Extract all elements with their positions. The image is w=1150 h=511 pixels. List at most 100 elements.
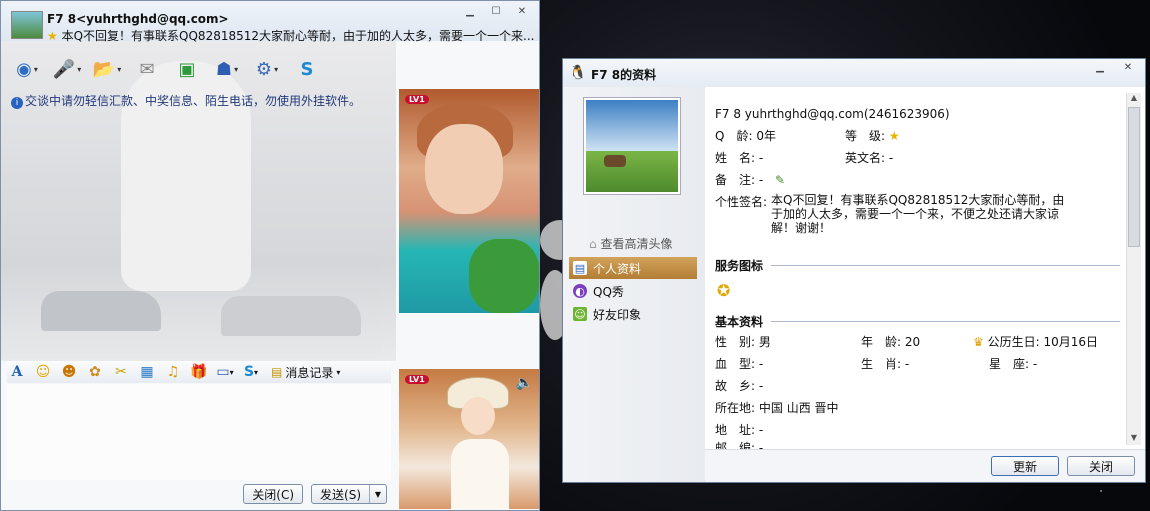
chevron-down-icon[interactable]: ▾	[234, 65, 238, 74]
webcam-icon: ◉	[16, 58, 32, 80]
chevron-down-icon[interactable]: ▾	[34, 65, 38, 74]
divider	[771, 265, 1120, 266]
chat-toolbar: ◉ ▾ 🎤 ▾ 📂 ▾ ✉ ▣ ☗ ▾ ⚙ ▾ S	[11, 55, 323, 83]
profile-sidebar: ⌂ 查看高清头像 ▤ 个人资料 ◐ QQ秀 ☺ 好友印象	[563, 87, 705, 482]
avatar-cow	[604, 154, 626, 167]
star-icon[interactable]: ★	[889, 129, 900, 143]
profile-avatar[interactable]	[583, 97, 681, 195]
view-hd-avatar-link[interactable]: ⌂ 查看高清头像	[589, 235, 672, 252]
profile-titlebar[interactable]: 🐧 F7 8的资料 ▁ ✕	[563, 59, 1145, 87]
soso-button[interactable]: S	[291, 55, 323, 83]
address-label: 地 址:	[715, 423, 756, 437]
qage-row: Q 龄: 0年	[715, 127, 776, 144]
age-value: 20	[904, 335, 921, 349]
service-star-icon[interactable]: ✪	[717, 281, 730, 300]
settings-button[interactable]: ⚙ ▾	[251, 55, 283, 83]
hometown-value: -	[758, 379, 764, 393]
close-chat-button[interactable]: 关闭(C)	[243, 484, 304, 504]
hometown-label: 故 乡:	[715, 379, 756, 393]
soso-format-button[interactable]: S ▾	[241, 362, 261, 382]
avatar-sky	[586, 100, 678, 151]
nav-label: QQ秀	[593, 284, 624, 299]
send-button[interactable]: 发送(S)	[312, 485, 370, 503]
star-icon: ★	[47, 29, 58, 43]
chevron-down-icon[interactable]: ▾	[77, 65, 81, 74]
chevron-down-icon[interactable]: ▾	[274, 65, 278, 74]
music-icon: ♫	[166, 364, 180, 380]
profile-scrollbar[interactable]: ▲ ▼	[1126, 93, 1141, 445]
scissors-button[interactable]: ✂	[111, 362, 131, 382]
edit-note-icon[interactable]: ✎	[775, 173, 785, 187]
zodiac-label: 生 肖:	[861, 357, 902, 371]
magic-face-button[interactable]: ☻	[59, 362, 79, 382]
app-add-button[interactable]: ▣	[171, 55, 203, 83]
close-window-button[interactable]: ✕	[1117, 61, 1139, 75]
minimize-button[interactable]: ▁	[459, 5, 481, 19]
chat-history-icon: ▤	[271, 365, 283, 379]
scroll-thumb[interactable]	[1128, 107, 1140, 247]
address-row: 地 址: -	[715, 421, 763, 438]
speaker-icon[interactable]: 🔈	[516, 375, 533, 391]
remote-assist-button[interactable]: ☗ ▾	[211, 55, 243, 83]
constellation-row: 星 座: -	[989, 355, 1037, 372]
info-icon: i	[11, 97, 23, 109]
nav-qq-show[interactable]: ◐ QQ秀	[569, 280, 697, 302]
send-button-group: 发送(S) ▼	[311, 484, 387, 504]
profile-nav: ▤ 个人资料 ◐ QQ秀 ☺ 好友印象	[569, 257, 697, 326]
note-row: 备 注: - ✎	[715, 171, 785, 188]
gift-button[interactable]: 🎁	[189, 362, 209, 382]
doodle-button[interactable]: ✿	[85, 362, 105, 382]
signature-value: 本Q不回复！有事联系QQ82818512大家耐心等耐，由于加的人太多，需要一个一…	[771, 193, 1065, 235]
avatar-grass	[586, 150, 678, 192]
file-transfer-button[interactable]: 📂 ▾	[91, 55, 123, 83]
profile-content: F7 8 yuhrthghd@qq.com(2461623906) Q 龄: 0…	[715, 87, 1127, 449]
nav-friend-impression[interactable]: ☺ 好友印象	[569, 303, 697, 325]
my-avatar-show[interactable]: LV1 🔈	[399, 369, 539, 509]
chevron-down-icon[interactable]: ▾	[117, 65, 121, 74]
screen-capture-button[interactable]: ▭ ▾	[215, 362, 235, 382]
contact-video-photo[interactable]: LV1	[399, 89, 539, 313]
message-input[interactable]	[7, 384, 391, 480]
birthday-row: ♛ 公历生日: 10月16日	[973, 333, 1098, 350]
name-value: -	[758, 151, 764, 165]
level-badge: LV1	[405, 95, 429, 104]
location-label: 所在地:	[715, 401, 756, 415]
chat-titlebar[interactable]: F7 8<yuhrthghd@qq.com> ★ 本Q不回复！有事联系QQ828…	[1, 1, 539, 43]
note-value: -	[758, 173, 764, 187]
maximize-button[interactable]: ☐	[485, 5, 507, 19]
english-name-label: 英文名:	[845, 151, 886, 165]
music-button[interactable]: ♫	[163, 362, 183, 382]
gift-icon: 🎁	[190, 364, 208, 380]
minimize-button[interactable]: ▁	[1089, 61, 1111, 75]
blood-row: 血 型: -	[715, 355, 763, 372]
screenshot-icon: ✂	[115, 364, 127, 380]
image-button[interactable]: ▦	[137, 362, 157, 382]
name-row: 姓 名: -	[715, 149, 763, 166]
address-value: -	[758, 423, 764, 437]
send-options-dropdown[interactable]: ▼	[370, 485, 386, 503]
chat-history-button[interactable]: ▤ 消息记录 ▾	[267, 364, 344, 381]
zodiac-value: -	[904, 357, 910, 371]
nav-personal-info[interactable]: ▤ 个人资料	[569, 257, 697, 279]
qq-soso-icon: S	[300, 58, 314, 80]
signature-label: 个性签名:	[715, 195, 768, 209]
blood-label: 血 型:	[715, 357, 756, 371]
security-warning: i 交谈中请勿轻信汇款、中奖信息、陌生电话，勿使用外挂软件。	[11, 92, 361, 109]
voice-button[interactable]: 🎤 ▾	[51, 55, 83, 83]
scroll-down-icon[interactable]: ▼	[1127, 433, 1141, 445]
level-row: 等 级: ★	[845, 127, 900, 144]
close-profile-button[interactable]: 关闭	[1067, 456, 1135, 476]
nav-label: 好友印象	[593, 307, 642, 322]
webcam-button[interactable]: ◉ ▾	[11, 55, 43, 83]
email-button[interactable]: ✉	[131, 55, 163, 83]
emoji-button[interactable]: ☺	[33, 362, 53, 382]
contact-avatar[interactable]	[11, 11, 43, 39]
chevron-down-icon[interactable]: ▾	[254, 368, 258, 377]
update-button[interactable]: 更新	[991, 456, 1059, 476]
postcode-row: 邮 编: -	[715, 439, 763, 449]
scroll-up-icon[interactable]: ▲	[1127, 93, 1141, 105]
font-button[interactable]: A	[7, 362, 27, 382]
chevron-down-icon[interactable]: ▾	[230, 368, 234, 377]
close-window-button[interactable]: ✕	[511, 5, 533, 19]
age-label: 年 龄:	[861, 335, 902, 349]
